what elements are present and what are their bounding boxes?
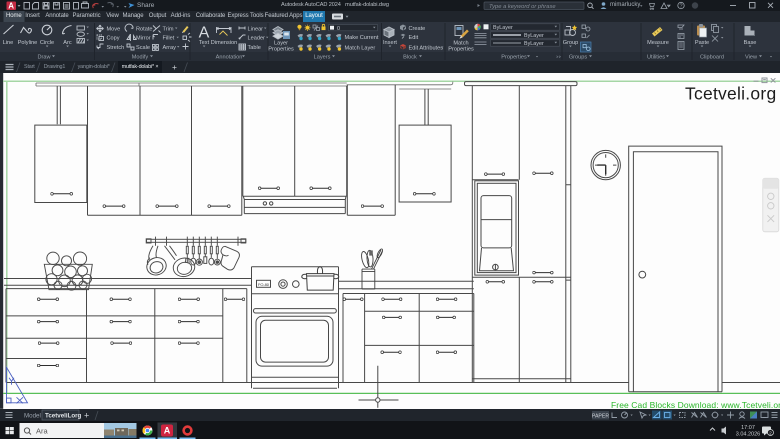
svg-text:Type a keyword or phrase: Type a keyword or phrase xyxy=(489,4,556,10)
svg-text:Arc: Arc xyxy=(63,40,72,46)
svg-text:Text: Text xyxy=(199,40,210,46)
svg-text:Mirror: Mirror xyxy=(136,36,151,42)
svg-text:Array: Array xyxy=(163,45,177,51)
svg-text:Scale: Scale xyxy=(136,45,150,51)
svg-text:Modify: Modify xyxy=(132,55,149,61)
svg-text:Edit Attributes: Edit Attributes xyxy=(409,45,444,51)
svg-text:Fillet: Fillet xyxy=(163,36,175,42)
svg-text:A: A xyxy=(8,2,14,11)
svg-text:Table: Table xyxy=(248,45,261,51)
svg-text:Properties: Properties xyxy=(268,47,294,53)
svg-text:2: 2 xyxy=(769,431,772,437)
svg-text:Polyline: Polyline xyxy=(18,40,38,46)
svg-text:Rotate: Rotate xyxy=(136,27,152,33)
svg-text:Dimension: Dimension xyxy=(211,40,237,46)
svg-text:Group: Group xyxy=(563,40,579,46)
svg-text:Line: Line xyxy=(3,40,14,46)
svg-text:Annotation: Annotation xyxy=(216,55,243,61)
svg-text:Block: Block xyxy=(403,55,417,61)
svg-text:Layers: Layers xyxy=(314,55,331,61)
svg-text:Base: Base xyxy=(744,40,757,46)
svg-text:A: A xyxy=(164,426,171,436)
svg-text:Utilities: Utilities xyxy=(647,55,665,61)
svg-text:ByLayer: ByLayer xyxy=(493,25,513,31)
svg-text:Model: Model xyxy=(24,413,41,420)
svg-text:ByLayer: ByLayer xyxy=(524,41,544,47)
svg-text:Trim: Trim xyxy=(163,27,174,33)
svg-text:Groups: Groups xyxy=(569,55,588,61)
svg-text:Properties: Properties xyxy=(501,55,527,61)
svg-text:Edit: Edit xyxy=(409,35,419,41)
svg-text:0: 0 xyxy=(337,26,340,32)
svg-text:FO-80: FO-80 xyxy=(258,282,270,287)
svg-text:Clipboard: Clipboard xyxy=(700,55,724,61)
svg-text:Paste: Paste xyxy=(695,40,709,46)
svg-text:3.04.2026: 3.04.2026 xyxy=(736,432,760,438)
svg-text:Insert: Insert xyxy=(383,40,397,46)
svg-text:TcetveliLorg: TcetveliLorg xyxy=(45,413,82,420)
svg-text:Create: Create xyxy=(409,26,426,32)
svg-text:View: View xyxy=(745,55,758,61)
svg-text:17:07: 17:07 xyxy=(741,425,755,431)
svg-text:Leader: Leader xyxy=(248,36,266,42)
svg-text:ByLayer: ByLayer xyxy=(524,33,544,39)
svg-text:Move: Move xyxy=(107,27,121,33)
svg-text:Measure: Measure xyxy=(647,40,669,46)
svg-text:?: ? xyxy=(679,4,682,10)
svg-text:Draw: Draw xyxy=(37,55,51,61)
svg-text:Match Layer: Match Layer xyxy=(345,45,376,51)
svg-text:Make Current: Make Current xyxy=(345,35,379,41)
svg-text:Copy: Copy xyxy=(107,36,120,42)
svg-text:Circle: Circle xyxy=(40,40,54,46)
svg-text:Properties: Properties xyxy=(448,47,474,53)
svg-text:Free Cad Blocks Download: www.: Free Cad Blocks Download: www.Tcetveli.o… xyxy=(611,400,780,409)
svg-text:Ara: Ara xyxy=(36,427,49,436)
svg-text:Tcetveli.org: Tcetveli.org xyxy=(685,84,776,104)
svg-text:PAPER: PAPER xyxy=(592,414,609,420)
svg-text:Stretch: Stretch xyxy=(107,45,125,51)
svg-text:Linear: Linear xyxy=(248,27,264,33)
svg-text:+: + xyxy=(84,411,89,421)
